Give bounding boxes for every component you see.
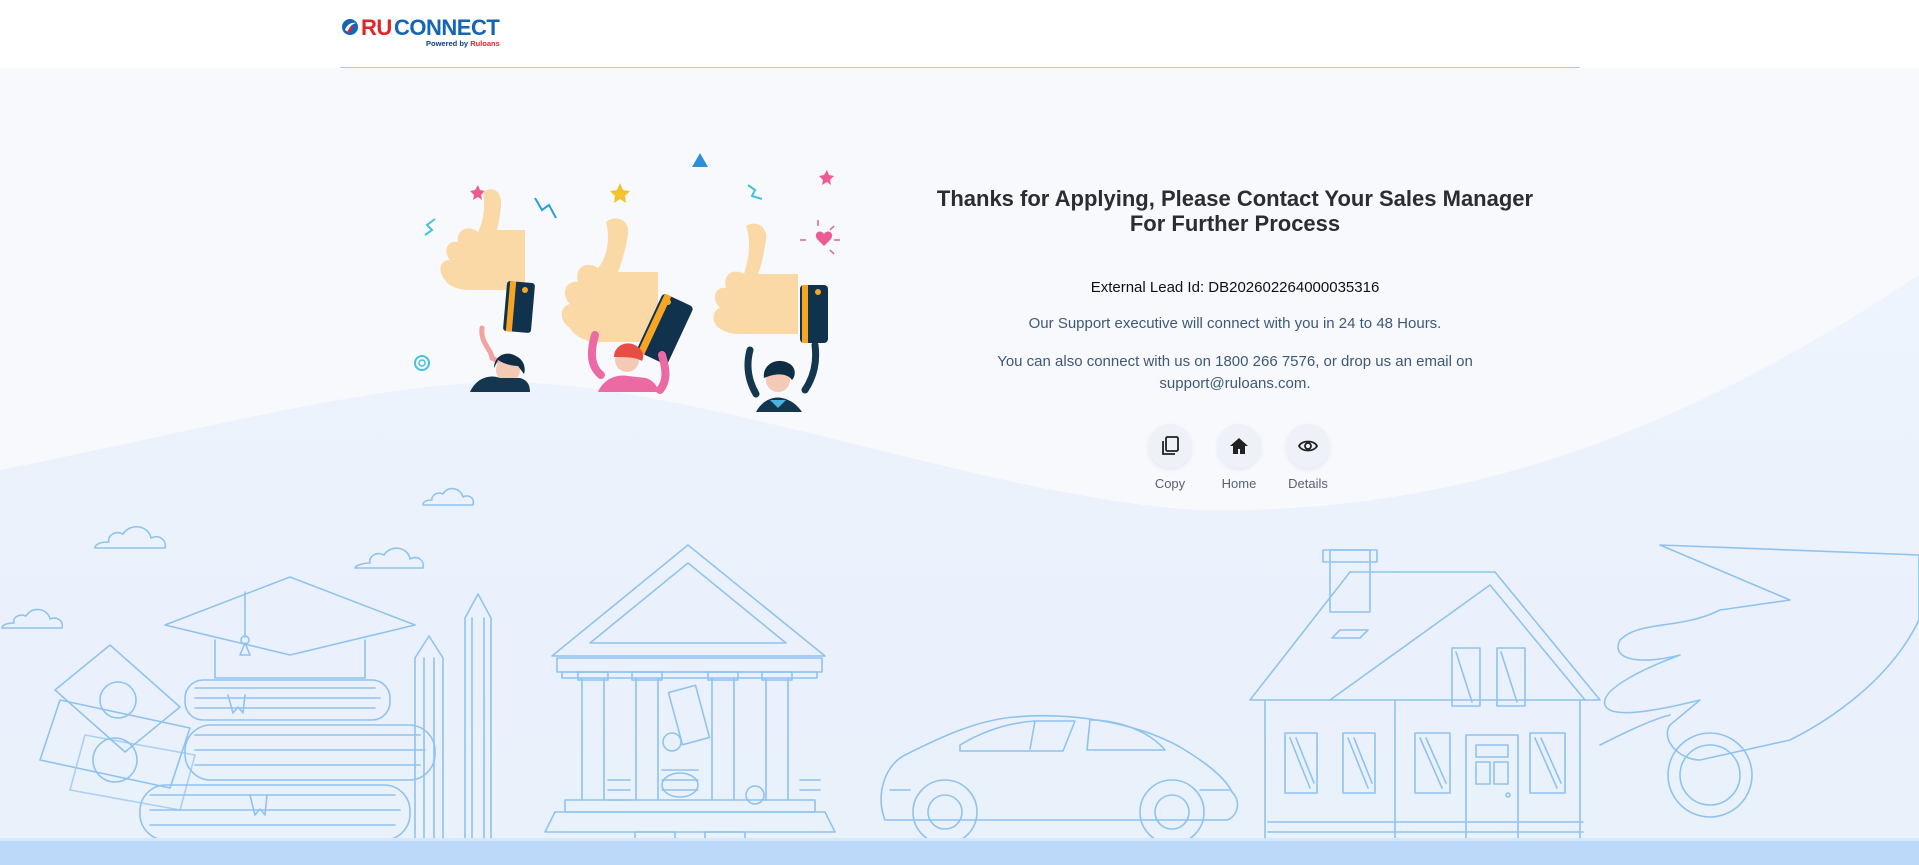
support-message: Our Support executive will connect with … (1028, 315, 1442, 332)
powered-by-text: Powered by (426, 39, 471, 48)
home-action[interactable]: Home (1209, 424, 1269, 491)
lead-id-value: DB202602264000035316 (1208, 279, 1380, 296)
logo-connect-text: CONNECT (394, 15, 500, 40)
contact-message: You can also connect with us on 1800 266… (997, 353, 1473, 392)
action-buttons: Copy Home Details (1140, 424, 1330, 494)
home-button[interactable] (1217, 424, 1261, 468)
confirmation-content: Thanks for Applying, Please Contact Your… (920, 186, 1550, 395)
lead-id-label: External Lead Id: (1090, 279, 1209, 296)
external-lead-id: External Lead Id: DB202602264000035316 (920, 279, 1550, 297)
logo-swirl-icon (342, 19, 358, 35)
header: RU CONNECT Powered by Ruloans (340, 0, 1580, 68)
powered-by-brand: Ruloans (470, 39, 500, 48)
home-icon (1230, 438, 1248, 454)
copy-action[interactable]: Copy (1140, 424, 1200, 491)
ruconnect-logo[interactable]: RU CONNECT Powered by Ruloans (340, 16, 510, 50)
details-button[interactable] (1286, 424, 1330, 468)
details-label: Details (1288, 476, 1328, 491)
logo-powered-by: Powered by Ruloans (426, 39, 500, 48)
logo-ru-text: RU (361, 15, 392, 40)
eye-icon (1297, 440, 1319, 452)
copy-label: Copy (1154, 476, 1186, 491)
home-label: Home (1221, 476, 1257, 491)
page-title: Thanks for Applying, Please Contact Your… (920, 186, 1550, 236)
copy-button[interactable] (1148, 424, 1192, 468)
details-action[interactable]: Details (1278, 424, 1338, 491)
copy-icon (1162, 436, 1179, 455)
title-line-1: Thanks for Applying, Please Contact Your… (936, 186, 1534, 211)
thumbs-up-celebration-illustration (414, 153, 840, 412)
title-line-2: For Further Process (1129, 211, 1341, 236)
bottom-band (0, 841, 1919, 865)
